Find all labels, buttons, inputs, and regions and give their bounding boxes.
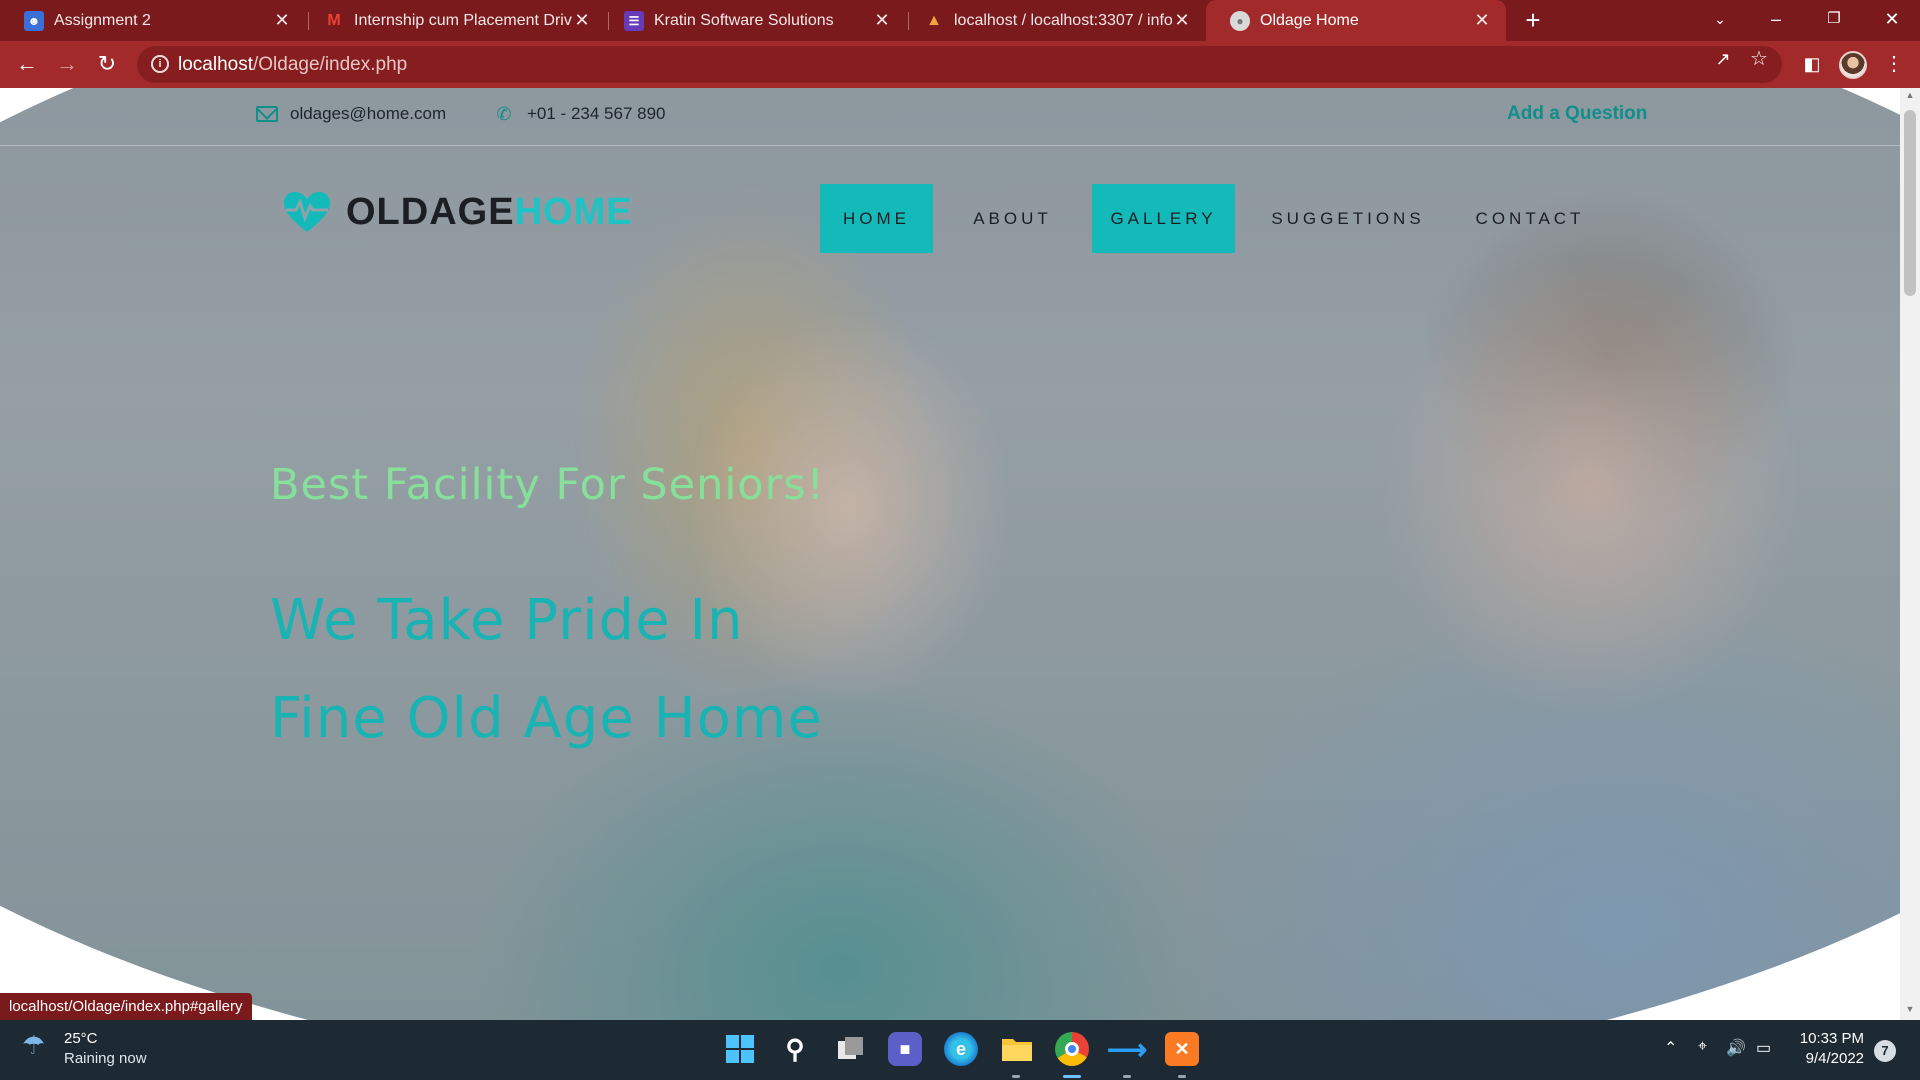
new-tab-button[interactable]: + (1518, 6, 1548, 36)
weather-status: Raining now (64, 1050, 147, 1067)
system-clock[interactable]: 10:33 PM 9/4/2022 (1790, 1029, 1864, 1069)
running-indicator (1012, 1075, 1020, 1078)
running-indicator (1178, 1075, 1186, 1078)
weather-widget[interactable]: ☂ 25°C Raining now (22, 1030, 147, 1067)
bookmark-star-icon[interactable]: ☆ (1745, 46, 1773, 74)
minimize-icon[interactable]: – (1748, 0, 1804, 41)
nav-contact[interactable]: CONTACT (1476, 184, 1582, 253)
temperature: 25°C (64, 1030, 98, 1047)
tab-kratin[interactable]: ☰ Kratin Software Solutions ✕ (600, 0, 906, 41)
hero-headline-line-2: Fine Old Age Home (270, 686, 823, 751)
phone-contact[interactable]: ✆ +01 - 234 567 890 (493, 104, 665, 124)
vertical-scrollbar[interactable]: ▲ ▼ (1900, 88, 1920, 1020)
tab-title: localhost / localhost:3307 / info / (954, 11, 1172, 29)
hero-tagline: Best Facility For Seniors! (270, 460, 825, 510)
back-icon[interactable]: ← (12, 50, 42, 80)
chat-icon[interactable]: ■ (888, 1032, 922, 1066)
close-icon[interactable]: ✕ (1472, 10, 1492, 31)
close-icon[interactable]: ✕ (572, 10, 592, 31)
tab-search-icon[interactable]: ⌄ (1692, 0, 1748, 41)
nav-suggetions[interactable]: SUGGETIONS (1270, 184, 1426, 253)
scroll-down-icon[interactable]: ▼ (1900, 1004, 1920, 1014)
page-viewport: oldages@home.com ✆ +01 - 234 567 890 Add… (0, 88, 1920, 1020)
task-view-icon[interactable] (834, 1032, 868, 1066)
running-indicator (1123, 1075, 1131, 1078)
phpmyadmin-icon: ▲ (926, 11, 942, 29)
menu-icon[interactable]: ⋮ (1880, 51, 1908, 79)
top-info-bar: oldages@home.com ✆ +01 - 234 567 890 Add… (0, 88, 1900, 146)
vscode-icon[interactable]: ⟶ (1107, 1032, 1147, 1066)
tab-assignment-2[interactable]: ☻ Assignment 2 ✕ (0, 0, 306, 41)
scrollbar-thumb[interactable] (1904, 110, 1916, 296)
tab-title: Kratin Software Solutions (654, 11, 834, 29)
reload-icon[interactable]: ↻ (92, 50, 122, 80)
windows-taskbar: ☂ 25°C Raining now ⚲ ■ e ⟶ ✕ ⌃ ⌖ 🔊 ▭ 10:… (0, 1020, 1920, 1080)
globe-icon: ● (1230, 10, 1250, 31)
window-close-icon[interactable]: ✕ (1864, 0, 1920, 41)
tab-oldage-home[interactable]: ● Oldage Home ✕ (1206, 0, 1506, 41)
tab-title: Oldage Home (1260, 11, 1359, 29)
site-info-icon[interactable]: i (151, 55, 169, 73)
edge-icon[interactable]: e (944, 1032, 978, 1066)
url-path: /Oldage/index.php (253, 54, 408, 75)
clock-date: 9/4/2022 (1805, 1050, 1864, 1067)
tab-title: Internship cum Placement Drive- (354, 11, 572, 29)
scroll-up-icon[interactable]: ▲ (1900, 90, 1920, 100)
address-bar[interactable]: i localhost/Oldage/index.php ↗ ☆ (137, 46, 1782, 83)
browser-toolbar: ← → ↻ i localhost/Oldage/index.php ↗ ☆ ◧… (0, 41, 1920, 88)
file-explorer-icon[interactable] (1000, 1032, 1034, 1066)
share-icon[interactable]: ↗ (1709, 46, 1737, 74)
browser-tab-strip: ☻ Assignment 2 ✕ M Internship cum Placem… (0, 0, 1920, 41)
tab-title: Assignment 2 (54, 11, 151, 29)
active-indicator (1063, 1075, 1081, 1078)
xampp-icon[interactable]: ✕ (1165, 1032, 1199, 1066)
email-text: oldages@home.com (290, 104, 447, 123)
tab-phpmyadmin[interactable]: ▲ localhost / localhost:3307 / info / ✕ (900, 0, 1206, 41)
search-icon[interactable]: ⚲ (778, 1032, 812, 1066)
chrome-icon[interactable] (1055, 1032, 1089, 1066)
email-contact[interactable]: oldages@home.com (256, 104, 446, 124)
restore-icon[interactable]: ❐ (1806, 0, 1862, 41)
nav-gallery[interactable]: GALLERY (1092, 184, 1235, 253)
close-icon[interactable]: ✕ (272, 10, 292, 31)
logo-text-oldage: OLDAGE (346, 190, 515, 233)
clock-time: 10:33 PM (1799, 1030, 1864, 1047)
phone-text: +01 - 234 567 890 (527, 104, 666, 123)
nav-about[interactable]: ABOUT (960, 184, 1065, 253)
profile-avatar[interactable] (1839, 51, 1867, 79)
notification-badge[interactable]: 7 (1874, 1040, 1896, 1062)
close-icon[interactable]: ✕ (872, 10, 892, 31)
side-panel-icon[interactable]: ◧ (1798, 51, 1826, 79)
tab-internship[interactable]: M Internship cum Placement Drive- ✕ (300, 0, 606, 41)
url-host: localhost (178, 54, 253, 75)
forward-icon[interactable]: → (52, 50, 82, 80)
nav-home[interactable]: HOME (820, 184, 933, 253)
add-question-link[interactable]: Add a Question (1507, 103, 1647, 125)
gmail-icon: M (327, 11, 341, 29)
classroom-icon: ☻ (24, 10, 44, 31)
wifi-icon[interactable]: ⌖ (1698, 1038, 1707, 1056)
umbrella-rain-icon: ☂ (22, 1030, 46, 1060)
heartbeat-icon (284, 192, 330, 232)
volume-icon[interactable]: 🔊 (1726, 1038, 1746, 1058)
url-text: localhost/Oldage/index.php (178, 54, 407, 76)
phone-icon: ✆ (496, 104, 512, 124)
link-status-bubble: localhost/Oldage/index.php#gallery (0, 993, 252, 1020)
close-icon[interactable]: ✕ (1172, 10, 1192, 31)
battery-icon[interactable]: ▭ (1756, 1038, 1771, 1058)
chevron-up-icon[interactable]: ⌃ (1664, 1038, 1677, 1058)
forms-icon: ☰ (624, 10, 644, 31)
start-icon[interactable] (723, 1032, 757, 1066)
mail-icon (256, 106, 278, 122)
hero-headline-line-1: We Take Pride In (270, 588, 744, 653)
site-logo[interactable]: OLDAGE HOME (282, 190, 633, 234)
logo-text-home: HOME (514, 190, 633, 233)
